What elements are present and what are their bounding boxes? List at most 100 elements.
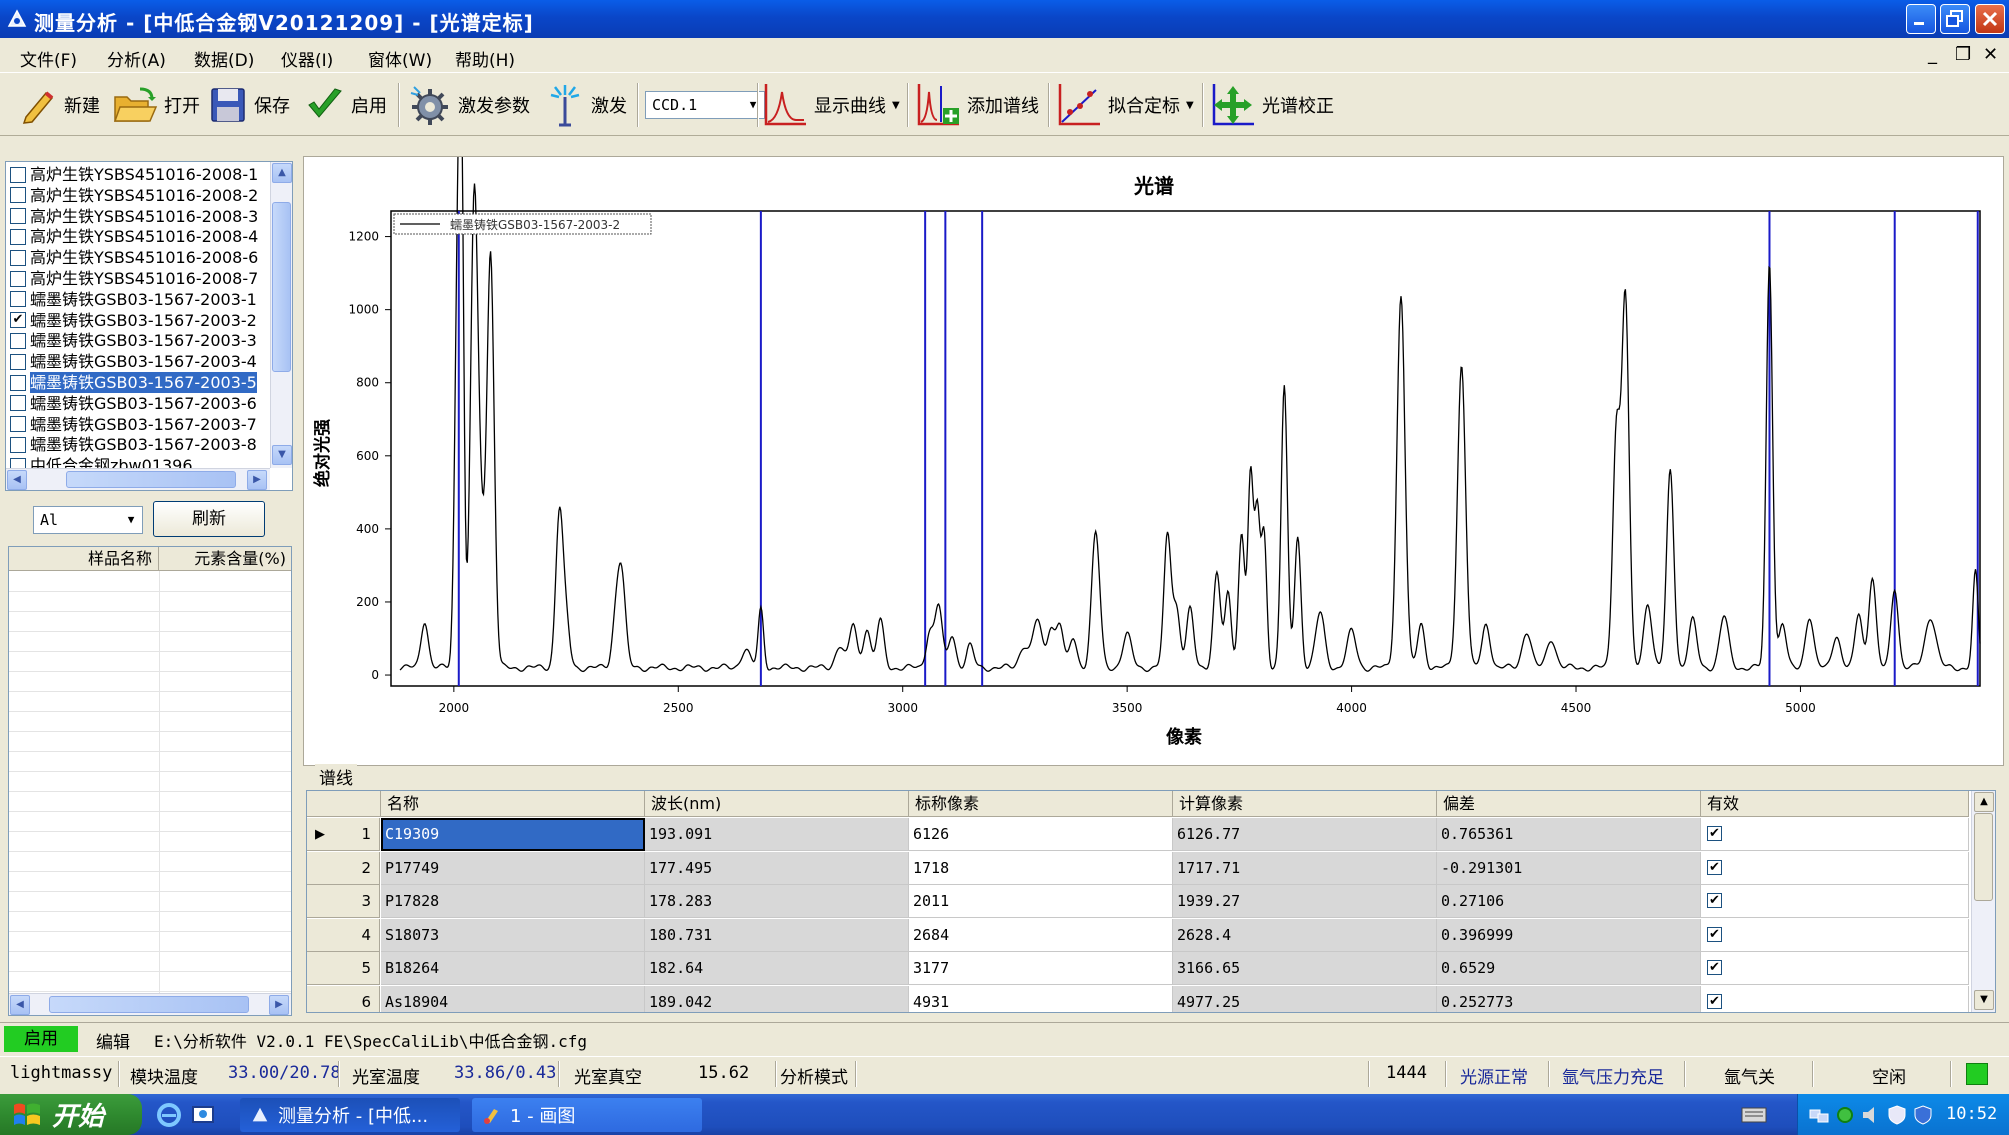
row-header[interactable]: 6 bbox=[307, 986, 380, 1012]
valid-checkbox[interactable]: ✔ bbox=[1707, 893, 1722, 909]
row-header[interactable]: 2 bbox=[307, 851, 380, 885]
menu-help[interactable]: 帮助(H) bbox=[455, 46, 515, 71]
list-item-checkbox[interactable] bbox=[10, 166, 26, 183]
list-item-checkbox[interactable] bbox=[10, 270, 26, 287]
cell-wavelength[interactable]: 180.731 bbox=[645, 918, 909, 952]
enable-button[interactable]: 启用 bbox=[305, 81, 387, 129]
scroll-left-icon[interactable]: ◀ bbox=[7, 470, 27, 490]
menu-window[interactable]: 窗体(W) bbox=[368, 46, 432, 71]
close-button[interactable] bbox=[1975, 4, 2005, 34]
cell-deviation[interactable]: 0.6529 bbox=[1437, 952, 1701, 986]
list-item-checkbox[interactable] bbox=[10, 228, 26, 245]
cell-wavelength[interactable]: 193.091 bbox=[645, 818, 909, 851]
cell-name[interactable]: P17828 bbox=[381, 885, 645, 919]
scroll-right-icon[interactable]: ▶ bbox=[247, 470, 267, 490]
green-gear-icon[interactable] bbox=[1834, 1104, 1856, 1126]
fit-calibration-button[interactable]: 拟合定标 ▼ bbox=[1056, 81, 1194, 129]
cell-nominal-pixel[interactable]: 1718 bbox=[909, 851, 1173, 885]
cell-deviation[interactable]: 0.396999 bbox=[1437, 918, 1701, 952]
spectrum-correct-button[interactable]: 光谱校正 bbox=[1210, 81, 1334, 129]
cell-calc-pixel[interactable]: 4977.25 bbox=[1173, 986, 1437, 1012]
list-item-checkbox[interactable] bbox=[10, 187, 26, 204]
list-item[interactable]: 蠕墨铸铁GSB03-1567-2003-3 bbox=[10, 330, 257, 351]
scroll-down-icon[interactable]: ▼ bbox=[272, 445, 292, 465]
scroll-thumb[interactable] bbox=[272, 202, 291, 372]
element-select[interactable]: Al ▼ bbox=[33, 506, 143, 534]
list-item-checkbox[interactable] bbox=[10, 291, 26, 308]
valid-checkbox[interactable]: ✔ bbox=[1707, 826, 1722, 841]
cell-wavelength[interactable]: 189.042 bbox=[645, 986, 909, 1012]
network-icon[interactable] bbox=[1808, 1104, 1830, 1126]
list-item[interactable]: 高炉生铁YSBS451016-2008-6 bbox=[10, 247, 258, 268]
row-header[interactable]: 5 bbox=[307, 952, 380, 986]
cell-nominal-pixel[interactable]: 2011 bbox=[909, 885, 1173, 919]
row-header[interactable]: 4 bbox=[307, 918, 380, 952]
list-item[interactable]: 高炉生铁YSBS451016-2008-4 bbox=[10, 226, 258, 247]
taskbar-item-measurement[interactable]: 测量分析 - [中低... bbox=[240, 1098, 460, 1132]
spectrum-chart[interactable]: 光谱 像素 绝对光强 0 200 400 600 800 1000 1200 2000 250… bbox=[304, 55, 2005, 767]
menu-analysis[interactable]: 分析(A) bbox=[107, 46, 166, 71]
column-header-sample-name[interactable]: 样品名称 bbox=[9, 547, 159, 571]
open-button[interactable]: 打开 bbox=[112, 81, 200, 129]
list-item-checkbox[interactable] bbox=[10, 374, 26, 391]
list-item-checkbox[interactable]: ✔ bbox=[10, 312, 26, 329]
row-header[interactable]: 3 bbox=[307, 885, 380, 919]
list-item-checkbox[interactable] bbox=[10, 353, 26, 370]
refresh-button[interactable]: 刷新 bbox=[153, 501, 265, 537]
sample-content-table[interactable]: 样品名称 元素含量(%) ◀ ▶ bbox=[8, 546, 292, 1016]
mdi-minimize-icon[interactable]: _ bbox=[1928, 44, 1937, 65]
minimize-button[interactable] bbox=[1906, 4, 1936, 34]
scroll-thumb[interactable] bbox=[49, 996, 249, 1013]
cell-wavelength[interactable]: 177.495 bbox=[645, 851, 909, 885]
column-header-wavelength[interactable]: 波长(nm) bbox=[645, 791, 909, 817]
valid-checkbox[interactable]: ✔ bbox=[1707, 926, 1722, 942]
lines-table-vertical-scrollbar[interactable]: ▲ ▼ bbox=[1971, 791, 1995, 1012]
excite-button[interactable]: 激发 bbox=[545, 81, 627, 129]
column-header-deviation[interactable]: 偏差 bbox=[1437, 791, 1701, 817]
list-item[interactable]: 蠕墨铸铁GSB03-1567-2003-7 bbox=[10, 414, 257, 435]
shield-icon[interactable] bbox=[1886, 1104, 1908, 1126]
list-item[interactable]: 高炉生铁YSBS451016-2008-7 bbox=[10, 268, 258, 289]
desktop-quicklaunch-icon[interactable] bbox=[190, 1102, 216, 1128]
scroll-right-icon[interactable]: ▶ bbox=[269, 995, 289, 1015]
scroll-thumb[interactable] bbox=[66, 471, 236, 488]
scroll-up-icon[interactable]: ▲ bbox=[272, 163, 292, 183]
sample-listbox[interactable]: 高炉生铁YSBS451016-2008-1 高炉生铁YSBS451016-2008… bbox=[5, 161, 293, 491]
taskbar-item-paint[interactable]: 1 - 画图 bbox=[472, 1098, 702, 1132]
ie-quicklaunch-icon[interactable] bbox=[156, 1102, 182, 1128]
list-item[interactable]: 蠕墨铸铁GSB03-1567-2003-1 bbox=[10, 289, 257, 310]
cell-wavelength[interactable]: 182.64 bbox=[645, 952, 909, 986]
mdi-close-icon[interactable]: ✕ bbox=[1983, 44, 1998, 65]
list-item-checkbox[interactable] bbox=[10, 332, 26, 349]
restore-button[interactable] bbox=[1940, 4, 1970, 34]
column-header-content[interactable]: 元素含量(%) bbox=[159, 547, 291, 571]
menu-data[interactable]: 数据(D) bbox=[194, 46, 254, 71]
column-header-name[interactable]: 名称 bbox=[381, 791, 645, 817]
list-item[interactable]: ✔ 蠕墨铸铁GSB03-1567-2003-2 bbox=[10, 310, 257, 331]
keyboard-icon[interactable] bbox=[1740, 1104, 1768, 1126]
list-item-checkbox[interactable] bbox=[10, 208, 26, 225]
cell-nominal-pixel[interactable]: 2684 bbox=[909, 918, 1173, 952]
valid-checkbox[interactable]: ✔ bbox=[1707, 859, 1722, 875]
scroll-thumb[interactable] bbox=[1974, 813, 1993, 901]
cell-nominal-pixel[interactable]: 6126 bbox=[909, 818, 1173, 851]
excite-params-button[interactable]: 激发参数 bbox=[408, 81, 530, 129]
cell-calc-pixel[interactable]: 3166.65 bbox=[1173, 952, 1437, 986]
cell-name[interactable]: As18904 bbox=[381, 986, 645, 1012]
cell-deviation[interactable]: 0.765361 bbox=[1437, 818, 1701, 851]
cell-deviation[interactable]: 0.252773 bbox=[1437, 986, 1701, 1012]
cell-name[interactable]: S18073 bbox=[381, 918, 645, 952]
cell-calc-pixel[interactable]: 2628.4 bbox=[1173, 918, 1437, 952]
save-button[interactable]: 保存 bbox=[208, 81, 290, 129]
scroll-left-icon[interactable]: ◀ bbox=[10, 995, 30, 1015]
cell-name[interactable]: P17749 bbox=[381, 851, 645, 885]
cell-nominal-pixel[interactable]: 3177 bbox=[909, 952, 1173, 986]
listbox-horizontal-scrollbar[interactable]: ◀ ▶ bbox=[6, 468, 270, 490]
list-item[interactable]: 蠕墨铸铁GSB03-1567-2003-6 bbox=[10, 393, 257, 414]
list-item[interactable]: 蠕墨铸铁GSB03-1567-2003-8 bbox=[10, 434, 257, 455]
cell-calc-pixel[interactable]: 1717.71 bbox=[1173, 851, 1437, 885]
cell-wavelength[interactable]: 178.283 bbox=[645, 885, 909, 919]
mdi-restore-icon[interactable]: ❐ bbox=[1955, 44, 1971, 65]
list-item-checkbox[interactable] bbox=[10, 395, 26, 412]
menu-file[interactable]: 文件(F) bbox=[20, 46, 77, 71]
